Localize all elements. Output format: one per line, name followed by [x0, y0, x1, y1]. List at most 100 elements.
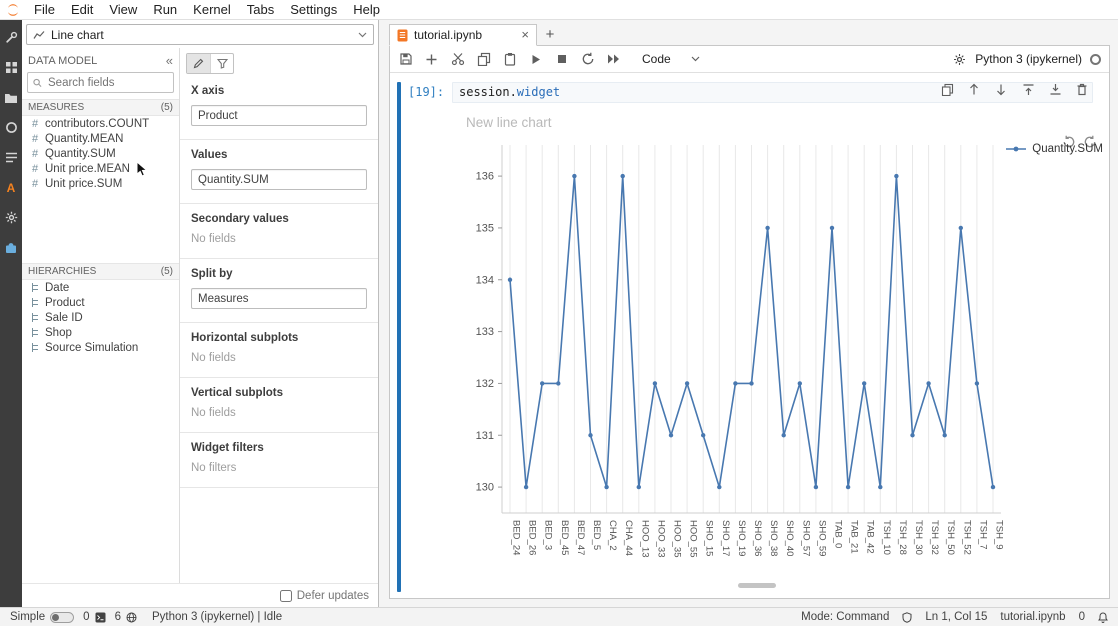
svg-text:SHO_38: SHO_38: [768, 520, 779, 556]
config-section-horizontal-subplots: Horizontal subplotsNo fields: [180, 323, 378, 378]
config-value-split-by[interactable]: Measures: [191, 288, 367, 309]
output-widget: New line chart: [408, 111, 1105, 592]
insert-cell-button[interactable]: [424, 52, 439, 67]
hierarchy-item[interactable]: Product: [22, 295, 179, 310]
config-value-values[interactable]: Quantity.SUM: [191, 169, 367, 190]
cut-cells-button[interactable]: [450, 52, 465, 67]
kernel-settings-gear-icon[interactable]: [952, 52, 967, 67]
search-fields-box[interactable]: [27, 72, 174, 93]
copy-cells-button[interactable]: [476, 52, 491, 67]
terminals-indicator[interactable]: 0: [83, 611, 105, 623]
tools-icon[interactable]: [4, 30, 19, 45]
measure-hash-icon: #: [30, 118, 40, 130]
svg-text:BED_45: BED_45: [559, 520, 570, 555]
scrollbar-thumb[interactable]: [738, 583, 776, 588]
tab-tutorial-ipynb[interactable]: tutorial.ipynb ×: [389, 24, 537, 46]
measure-item[interactable]: #contributors.COUNT: [22, 116, 179, 131]
defer-updates-row: Defer updates: [22, 583, 378, 607]
svg-text:HOO_35: HOO_35: [672, 520, 683, 558]
collapse-panel-icon[interactable]: «: [166, 53, 173, 68]
close-tab-icon[interactable]: ×: [521, 30, 529, 40]
new-tab-button[interactable]: +: [537, 24, 563, 45]
line-chart[interactable]: 130131132133134135136BED_24BED_26BED_3BE…: [456, 135, 1016, 585]
components-icon[interactable]: [4, 60, 19, 75]
measure-item[interactable]: #Quantity.MEAN: [22, 131, 179, 146]
hierarchies-section-header[interactable]: HIERARCHIES (5): [22, 263, 179, 280]
delete-cell-trash-button[interactable]: [1075, 82, 1089, 96]
config-label-horizontal-subplots: Horizontal subplots: [191, 332, 367, 344]
config-label-widget-filters: Widget filters: [191, 442, 367, 454]
kernel-status-text[interactable]: Python 3 (ipykernel) | Idle: [152, 611, 282, 623]
svg-text:133: 133: [476, 326, 494, 338]
bell-icon[interactable]: [1098, 612, 1108, 623]
hierarchies-list: DateProductSale IDShop Source Simulation: [22, 280, 179, 355]
tab-filters[interactable]: [210, 54, 233, 73]
restart-kernel-button[interactable]: [580, 52, 595, 67]
table-of-contents-icon[interactable]: [4, 150, 19, 165]
running-sessions-icon[interactable]: [4, 120, 19, 135]
run-cell-button[interactable]: [528, 52, 543, 67]
cell-collapser-bar[interactable]: [397, 82, 401, 592]
chart-type-select[interactable]: Line chart: [26, 24, 374, 45]
kernels-indicator[interactable]: 6: [115, 611, 137, 623]
hierarchy-item[interactable]: Source Simulation: [22, 340, 179, 355]
menu-tabs[interactable]: Tabs: [239, 0, 282, 19]
defer-updates-checkbox[interactable]: [280, 590, 292, 602]
settings-gear-icon[interactable]: [4, 210, 19, 225]
hierarchy-item[interactable]: Shop: [22, 325, 179, 340]
svg-text:TSH_7: TSH_7: [977, 520, 988, 550]
menu-settings[interactable]: Settings: [282, 0, 345, 19]
simple-mode-toggle[interactable]: [50, 612, 74, 623]
field-label: Unit price.SUM: [45, 178, 122, 190]
kernel-name[interactable]: Python 3 (ipykernel): [975, 52, 1082, 66]
menu-file[interactable]: File: [26, 0, 63, 19]
move-cell-down-button[interactable]: [994, 82, 1008, 96]
search-fields-input[interactable]: [46, 76, 168, 90]
hierarchy-item[interactable]: Sale ID: [22, 310, 179, 325]
file-browser-folder-icon[interactable]: [4, 90, 19, 105]
config-value-x-axis[interactable]: Product: [191, 105, 367, 126]
notifications-count: 0: [1079, 611, 1085, 623]
interrupt-kernel-button[interactable]: [554, 52, 569, 67]
measures-section-header[interactable]: MEASURES (5): [22, 99, 179, 116]
measure-item[interactable]: #Unit price.MEAN: [22, 161, 179, 176]
hierarchies-count: (5): [161, 266, 173, 277]
svg-text:HOO_33: HOO_33: [655, 520, 666, 558]
insert-cell-below-button[interactable]: [1048, 82, 1062, 96]
legend-item[interactable]: Quantity.SUM: [1005, 143, 1103, 155]
cursor-position[interactable]: Ln 1, Col 15: [925, 611, 987, 623]
execution-count-prompt: [19]:: [408, 82, 452, 99]
paste-cells-button[interactable]: [502, 52, 517, 67]
menu-kernel[interactable]: Kernel: [185, 0, 239, 19]
insert-cell-above-button[interactable]: [1021, 82, 1035, 96]
atoti-icon[interactable]: A: [4, 180, 19, 195]
kernels-count: 6: [115, 611, 121, 623]
status-bar: Simple 0 6 Python 3 (ipykernel) | Idle M…: [0, 607, 1118, 626]
move-cell-up-button[interactable]: [967, 82, 981, 96]
tab-fields-edit[interactable]: [187, 54, 210, 73]
active-file-name: tutorial.ipynb: [1000, 611, 1065, 623]
measures-list: #contributors.COUNT#Quantity.MEAN#Quanti…: [22, 116, 179, 191]
hierarchy-item[interactable]: Date: [22, 280, 179, 295]
active-cell: [19]: session.widget: [397, 82, 1105, 592]
menu-view[interactable]: View: [101, 0, 145, 19]
measure-item[interactable]: #Quantity.SUM: [22, 146, 179, 161]
menu-run[interactable]: Run: [145, 0, 185, 19]
legend-marker-icon: [1005, 144, 1027, 154]
save-button[interactable]: [398, 52, 413, 67]
config-label-x-axis: X axis: [191, 85, 367, 97]
duplicate-cell-button[interactable]: [940, 82, 954, 96]
tab-bar: tutorial.ipynb × +: [389, 23, 1110, 45]
svg-text:HOO_13: HOO_13: [639, 520, 650, 558]
jupyterlab-window: FileEditViewRunKernelTabsSettingsHelp A: [0, 0, 1118, 626]
svg-text:135: 135: [476, 222, 494, 234]
svg-text:CHA_2: CHA_2: [607, 520, 618, 551]
measure-item[interactable]: #Unit price.SUM: [22, 176, 179, 191]
restart-run-all-button[interactable]: [606, 52, 621, 67]
svg-text:136: 136: [476, 171, 494, 183]
menu-edit[interactable]: Edit: [63, 0, 101, 19]
field-label: Source Simulation: [45, 342, 138, 354]
menu-help[interactable]: Help: [345, 0, 388, 19]
cell-type-select[interactable]: Code: [638, 52, 704, 66]
extensions-puzzle-icon[interactable]: [4, 240, 19, 255]
